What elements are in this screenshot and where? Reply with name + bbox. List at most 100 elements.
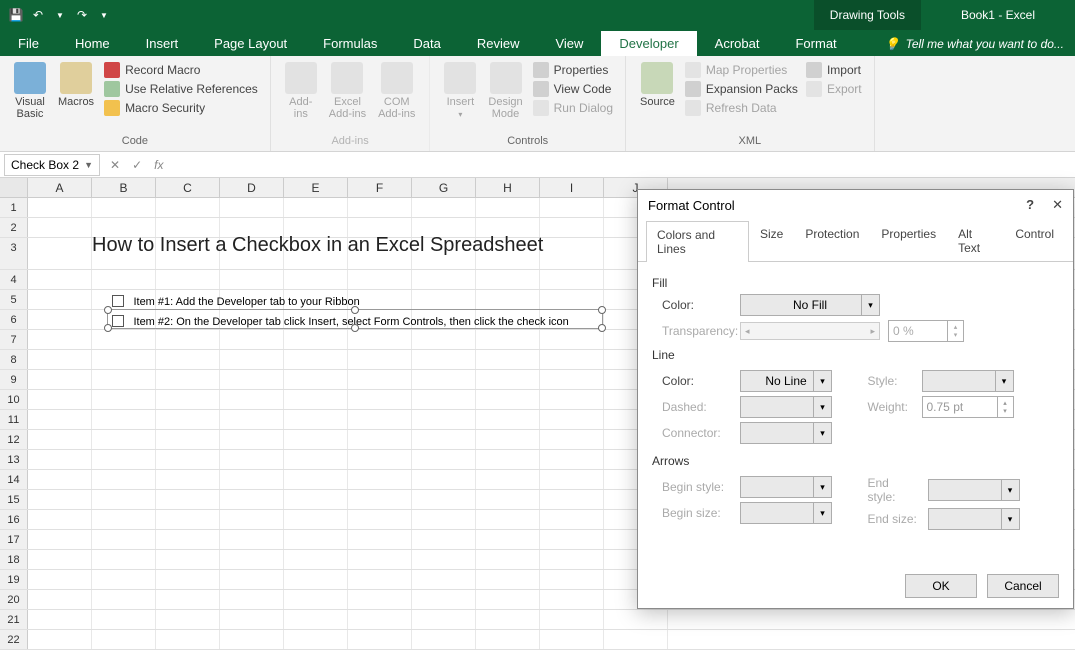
col-header[interactable]: C [156,178,220,197]
row-header[interactable]: 7 [0,330,28,349]
row-header[interactable]: 5 [0,290,28,309]
cell[interactable] [412,370,476,389]
cell[interactable] [220,198,284,217]
cell[interactable] [412,570,476,589]
formula-input[interactable] [173,154,1075,176]
cell[interactable] [412,470,476,489]
cell[interactable] [348,630,412,649]
cell[interactable] [284,270,348,289]
cell[interactable] [220,510,284,529]
qat-customize-icon[interactable]: ▼ [96,7,112,23]
select-all-corner[interactable] [0,178,28,197]
cell[interactable] [92,330,156,349]
name-box-dropdown-icon[interactable]: ▼ [84,160,93,170]
dialog-titlebar[interactable]: Format Control ? ✕ [638,190,1073,220]
cell[interactable] [540,238,604,269]
cell[interactable] [348,570,412,589]
row-header[interactable]: 19 [0,570,28,589]
com-addins-button[interactable]: COM Add-ins [372,60,421,122]
cell[interactable] [28,410,92,429]
cell[interactable] [28,390,92,409]
row-header[interactable]: 8 [0,350,28,369]
cell[interactable] [540,410,604,429]
cell[interactable] [92,350,156,369]
cell[interactable] [476,330,540,349]
cancel-entry-icon[interactable]: ✕ [110,158,120,172]
cell[interactable] [476,530,540,549]
row-header[interactable]: 20 [0,590,28,609]
save-icon[interactable]: 💾 [8,7,24,23]
refresh-data-button[interactable]: Refresh Data [685,100,798,116]
cell[interactable] [28,310,92,329]
cell[interactable] [220,590,284,609]
ok-button[interactable]: OK [905,574,977,598]
cell[interactable] [284,390,348,409]
tab-view[interactable]: View [537,31,601,56]
close-icon[interactable]: ✕ [1052,197,1063,213]
tab-control[interactable]: Control [1004,220,1065,261]
addins-button[interactable]: Add- ins [279,60,323,122]
cell[interactable] [348,350,412,369]
col-header[interactable]: B [92,178,156,197]
row-header[interactable]: 21 [0,610,28,629]
cell[interactable] [220,430,284,449]
cell[interactable] [92,630,156,649]
cell[interactable] [92,450,156,469]
cell[interactable] [220,630,284,649]
cell[interactable] [348,490,412,509]
cell[interactable] [284,530,348,549]
tab-page-layout[interactable]: Page Layout [196,31,305,56]
cell[interactable] [476,198,540,217]
col-header[interactable]: H [476,178,540,197]
row-header[interactable]: 6 [0,310,28,329]
row-header[interactable]: 13 [0,450,28,469]
cell[interactable] [28,570,92,589]
row-header[interactable]: 16 [0,510,28,529]
line-color-combo[interactable]: No Line▾ [740,370,832,392]
cell[interactable] [284,590,348,609]
cell[interactable] [412,410,476,429]
cell[interactable] [28,550,92,569]
cell[interactable] [540,330,604,349]
cell[interactable] [348,550,412,569]
cell[interactable] [540,430,604,449]
cell[interactable] [284,550,348,569]
cell[interactable] [412,350,476,369]
cell[interactable] [540,490,604,509]
cell[interactable] [476,610,540,629]
tab-properties[interactable]: Properties [870,220,947,261]
cell[interactable] [156,430,220,449]
cell[interactable] [220,270,284,289]
cell[interactable] [540,610,604,629]
cell[interactable] [476,550,540,569]
cell[interactable] [92,470,156,489]
excel-addins-button[interactable]: Excel Add-ins [323,60,372,122]
resize-handle[interactable] [104,324,112,332]
cell[interactable] [92,510,156,529]
cell[interactable] [28,330,92,349]
cell[interactable] [476,350,540,369]
cell[interactable] [284,330,348,349]
export-button[interactable]: Export [806,81,862,97]
cell[interactable] [220,550,284,569]
cell[interactable] [156,450,220,469]
cell[interactable] [156,550,220,569]
cell[interactable] [156,350,220,369]
import-button[interactable]: Import [806,62,862,78]
col-header[interactable]: A [28,178,92,197]
cell[interactable] [284,410,348,429]
tell-me-search[interactable]: 💡 Tell me what you want to do... [875,32,1074,56]
fx-icon[interactable]: fx [154,158,163,172]
cell[interactable] [412,390,476,409]
cell[interactable] [28,610,92,629]
cell[interactable] [28,238,92,269]
cell[interactable] [220,470,284,489]
cell[interactable] [476,510,540,529]
cell[interactable] [540,390,604,409]
cell[interactable] [476,410,540,429]
cell[interactable] [156,198,220,217]
insert-control-button[interactable]: Insert▾ [438,60,482,121]
cell[interactable] [476,630,540,649]
tab-developer[interactable]: Developer [601,31,696,56]
map-properties-button[interactable]: Map Properties [685,62,798,78]
